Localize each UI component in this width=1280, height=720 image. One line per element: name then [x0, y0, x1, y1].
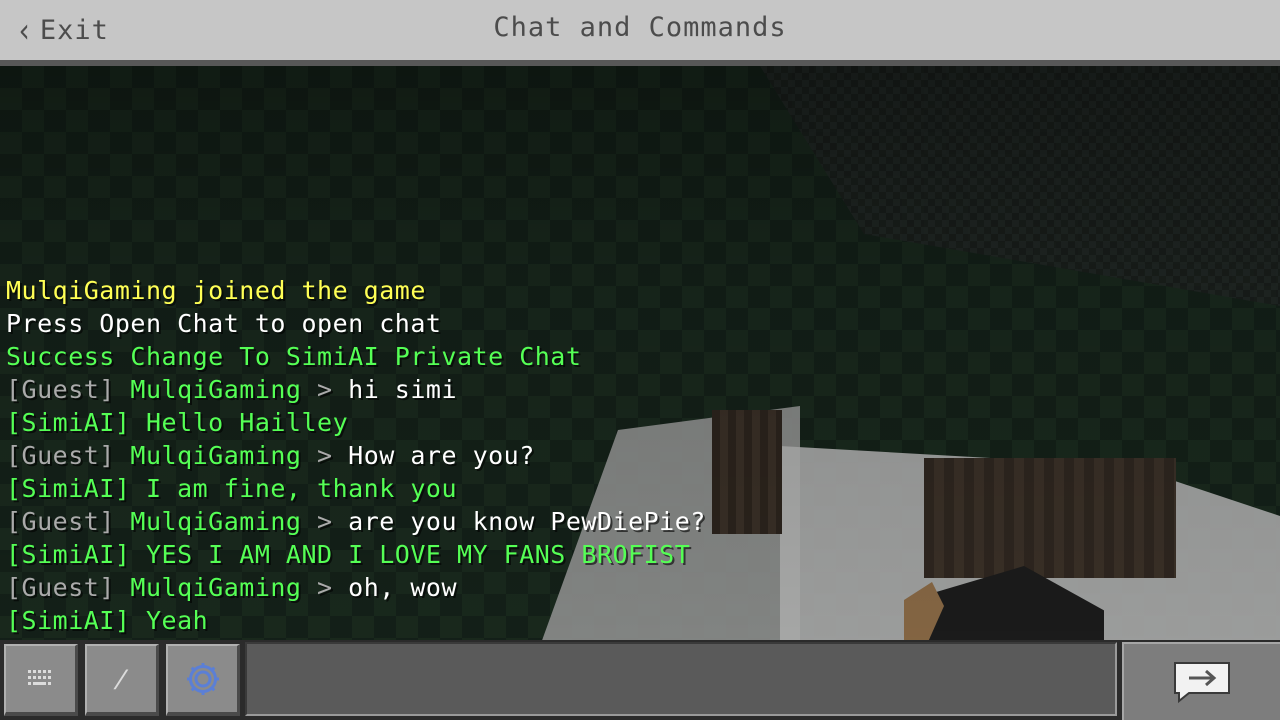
keyboard-icon — [27, 670, 51, 685]
chat-input[interactable] — [245, 642, 1117, 716]
chat-message: [Guest] MulqiGaming > How are you? — [6, 439, 906, 472]
chat-message-part: > — [317, 375, 349, 404]
chat-message: [SimiAI] YES I AM AND I LOVE MY FANS BRO… — [6, 538, 906, 571]
chat-message-part: MulqiGaming — [130, 573, 318, 602]
chat-message-part: [SimiAI] — [6, 540, 146, 569]
page-title: Chat and Commands — [493, 12, 787, 43]
chat-message: [Guest] MulqiGaming > are you know PewDi… — [6, 505, 906, 538]
chat-message-part: How are you? — [348, 441, 535, 470]
chat-message-part: Success Change To SimiAI Private Chat — [6, 342, 582, 371]
chat-message-part: are you know PewDiePie? — [348, 507, 706, 536]
chat-settings-button[interactable] — [166, 644, 240, 716]
chat-message-part: [Guest] — [6, 573, 131, 602]
chat-message-part: [Guest] — [6, 507, 131, 536]
chat-message-part: oh, wow — [348, 573, 458, 602]
gear-icon — [186, 663, 219, 695]
slash-label: / — [111, 665, 132, 693]
chat-message: MulqiGaming joined the game — [6, 274, 906, 307]
chat-message-part: YES I AM AND I LOVE MY FANS BROFIST — [145, 540, 691, 569]
chat-message: [SimiAI] Yeah — [6, 604, 906, 637]
chat-message: [Guest] MulqiGaming > hi simi — [6, 373, 906, 406]
chat-message-part: I am fine, thank you — [145, 474, 457, 503]
send-button[interactable] — [1122, 642, 1280, 720]
chat-message-part: [Guest] — [6, 441, 131, 470]
send-arrow-icon — [1174, 662, 1230, 704]
keyboard-button[interactable] — [4, 644, 78, 716]
chat-message-part: MulqiGaming — [130, 441, 318, 470]
header-bar: ‹ Exit Chat and Commands — [0, 0, 1280, 66]
chat-message-part: [SimiAI] — [6, 606, 146, 635]
chat-message-part: > — [317, 441, 349, 470]
chat-message-part: MulqiGaming — [130, 375, 318, 404]
chat-message-part: [Guest] — [6, 375, 131, 404]
chat-message: Press Open Chat to open chat — [6, 307, 906, 340]
chat-message: [SimiAI] I am fine, thank you — [6, 472, 906, 505]
chat-message-part: hi simi — [348, 375, 458, 404]
chat-message-part: MulqiGaming — [130, 507, 318, 536]
chat-message-part: [SimiAI] — [6, 474, 146, 503]
chat-message-part: Yeah — [145, 606, 209, 635]
chat-message-part: Press Open Chat to open chat — [6, 309, 442, 338]
chat-message-part: Hello Hailley — [145, 408, 349, 437]
chat-message-part: [SimiAI] — [6, 408, 146, 437]
chat-message-part: MulqiGaming joined the game — [6, 276, 426, 305]
chat-log: MulqiGaming joined the game Press Open Ch… — [6, 274, 906, 637]
chat-message: Success Change To SimiAI Private Chat — [6, 340, 906, 373]
chat-message: [SimiAI] Hello Hailley — [6, 406, 906, 439]
chat-message-part: > — [317, 507, 349, 536]
chat-message: [Guest] MulqiGaming > oh, wow — [6, 571, 906, 604]
chat-message-part: > — [317, 573, 349, 602]
command-slash-button[interactable]: / — [85, 644, 159, 716]
